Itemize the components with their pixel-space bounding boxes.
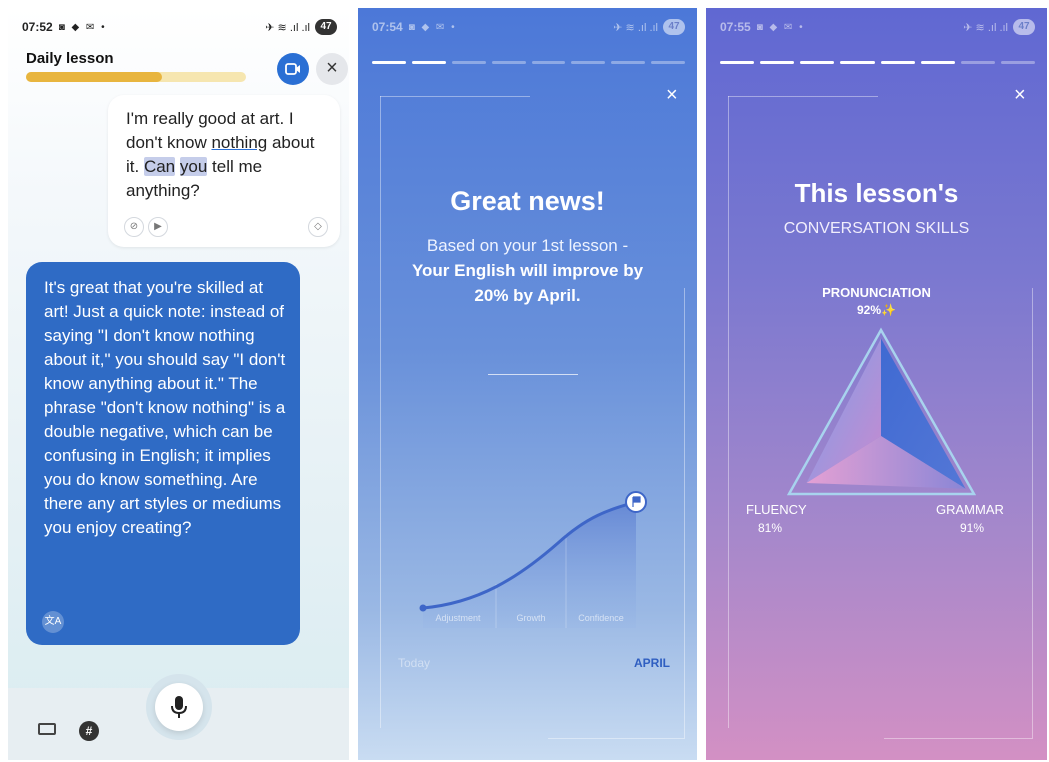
step-indicator [611, 61, 646, 64]
page-title: Daily lesson [26, 50, 114, 67]
signal-icons: ✈ ≋ .ıl .ıl [613, 21, 658, 34]
video-call-button[interactable] [277, 53, 309, 85]
decorative-line [380, 96, 530, 97]
step-indicator [720, 61, 755, 64]
user-message-bubble: I'm really good at art. I don't know not… [108, 95, 340, 247]
chat-screen: 07:52 ◙ ◆ ✉ • ✈ ≋ .ıl .ıl 47 Daily lesso… [8, 8, 349, 760]
chart-start-label: Today [398, 656, 431, 670]
microphone-icon [171, 696, 187, 718]
close-button[interactable]: × [316, 53, 348, 85]
decorative-line [884, 738, 1033, 739]
highlighted-word[interactable]: you [179, 157, 208, 176]
step-indicator [1000, 61, 1035, 64]
status-bar: 07:52 ◙ ◆ ✉ • ✈ ≋ .ıl .ıl 47 [22, 18, 337, 36]
step-indicator [800, 61, 835, 64]
pronunciation-percent: 92% [857, 303, 882, 317]
grammar-label: GRAMMAR [936, 502, 1004, 517]
step-indicator [760, 61, 795, 64]
close-icon[interactable]: × [1014, 84, 1026, 107]
lesson-progress-fill [26, 72, 163, 82]
lesson-progress-bar [26, 72, 246, 82]
curve-start-point [419, 604, 427, 612]
notification-icons: ◙ ◆ ✉ • [408, 21, 457, 33]
step-indicator [491, 61, 526, 64]
hashtag-icon[interactable]: # [79, 721, 99, 741]
keyboard-icon[interactable] [38, 723, 56, 735]
status-bar: 07:55 ◙ ◆ ✉ • ✈ ≋ .ıl .ıl 47 [720, 18, 1035, 36]
close-icon: × [326, 57, 338, 79]
assistant-message-text: It's great that you're skilled at art! J… [44, 278, 286, 537]
progress-forecast-screen: 07:54 ◙ ◆ ✉ • ✈ ≋ .ıl .ıl 47 × Great new… [358, 8, 697, 760]
translate-icon[interactable]: 文A [42, 611, 64, 633]
chart-phase-label: Adjustment [435, 613, 481, 623]
step-indicator [880, 61, 915, 64]
chart-phase-label: Growth [516, 613, 545, 623]
assistant-message-bubble: It's great that you're skilled at art! J… [26, 262, 300, 645]
step-indicator [840, 61, 875, 64]
user-message-text: I'm really good at art. I don't know not… [126, 107, 331, 203]
decorative-line [728, 96, 878, 97]
fluency-value: 81% [758, 521, 783, 535]
step-indicator [571, 61, 606, 64]
chart-end-label: APRIL [634, 656, 670, 670]
slow-speech-icon[interactable]: ⊘ [124, 217, 144, 237]
headline: Great news! [450, 186, 605, 216]
step-indicator [920, 61, 955, 64]
headline: This lesson's [794, 178, 959, 208]
status-time: 07:52 [22, 20, 53, 34]
battery-icon: 47 [663, 19, 685, 35]
forecast-highlight: Your English will improve by 20% by Apri… [411, 261, 644, 305]
notification-icons: ◙ ◆ ✉ • [756, 21, 805, 33]
chart-phase-label: Confidence [578, 613, 624, 623]
status-time: 07:55 [720, 20, 751, 34]
status-time: 07:54 [372, 20, 403, 34]
signal-icons: ✈ ≋ .ıl .ıl [963, 21, 1008, 34]
step-indicator [960, 61, 995, 64]
input-bar: # [8, 674, 349, 760]
eraser-icon[interactable]: ◇ [308, 217, 328, 237]
decorative-line [1032, 288, 1033, 738]
conversation-skills-screen: 07:55 ◙ ◆ ✉ • ✈ ≋ .ıl .ıl 47 × This less… [706, 8, 1047, 760]
forecast-line: Based on your 1st lesson - [426, 236, 629, 255]
status-bar: 07:54 ◙ ◆ ✉ • ✈ ≋ .ıl .ıl 47 [372, 18, 685, 36]
battery-icon: 47 [315, 19, 337, 35]
signal-icons: ✈ ≋ .ıl .ıl [265, 21, 310, 34]
battery-icon: 47 [1013, 19, 1035, 35]
subheadline: CONVERSATION SKILLS [783, 220, 970, 237]
step-indicator [411, 61, 446, 64]
fluency-label: FLUENCY [746, 502, 807, 517]
forecast-text: Based on your 1st lesson - Your English … [358, 233, 697, 308]
decorative-line [548, 738, 685, 739]
sparkle-icon: ✨ [881, 303, 896, 317]
pronunciation-label: PRONUNCIATION [822, 285, 931, 300]
decorative-line [684, 288, 685, 738]
step-indicator [531, 61, 566, 64]
step-indicator [372, 61, 406, 64]
pronunciation-value: 92%✨ [706, 303, 1047, 317]
microphone-button[interactable] [155, 683, 203, 731]
highlighted-word[interactable]: Can [143, 157, 176, 176]
close-icon[interactable]: × [666, 84, 678, 107]
improvement-curve-chart: Adjustment Growth Confidence [419, 491, 647, 628]
skills-radar-chart [786, 327, 976, 496]
story-progress-steps [720, 61, 1035, 64]
story-progress-steps [372, 61, 685, 64]
divider [488, 374, 578, 375]
step-indicator [651, 61, 685, 64]
play-icon[interactable]: ▶ [148, 217, 168, 237]
notification-icons: ◙ ◆ ✉ • [58, 21, 107, 33]
step-indicator [451, 61, 486, 64]
flagged-word[interactable]: nothing [211, 133, 267, 152]
video-camera-icon [285, 63, 300, 75]
grammar-value: 91% [960, 521, 985, 535]
